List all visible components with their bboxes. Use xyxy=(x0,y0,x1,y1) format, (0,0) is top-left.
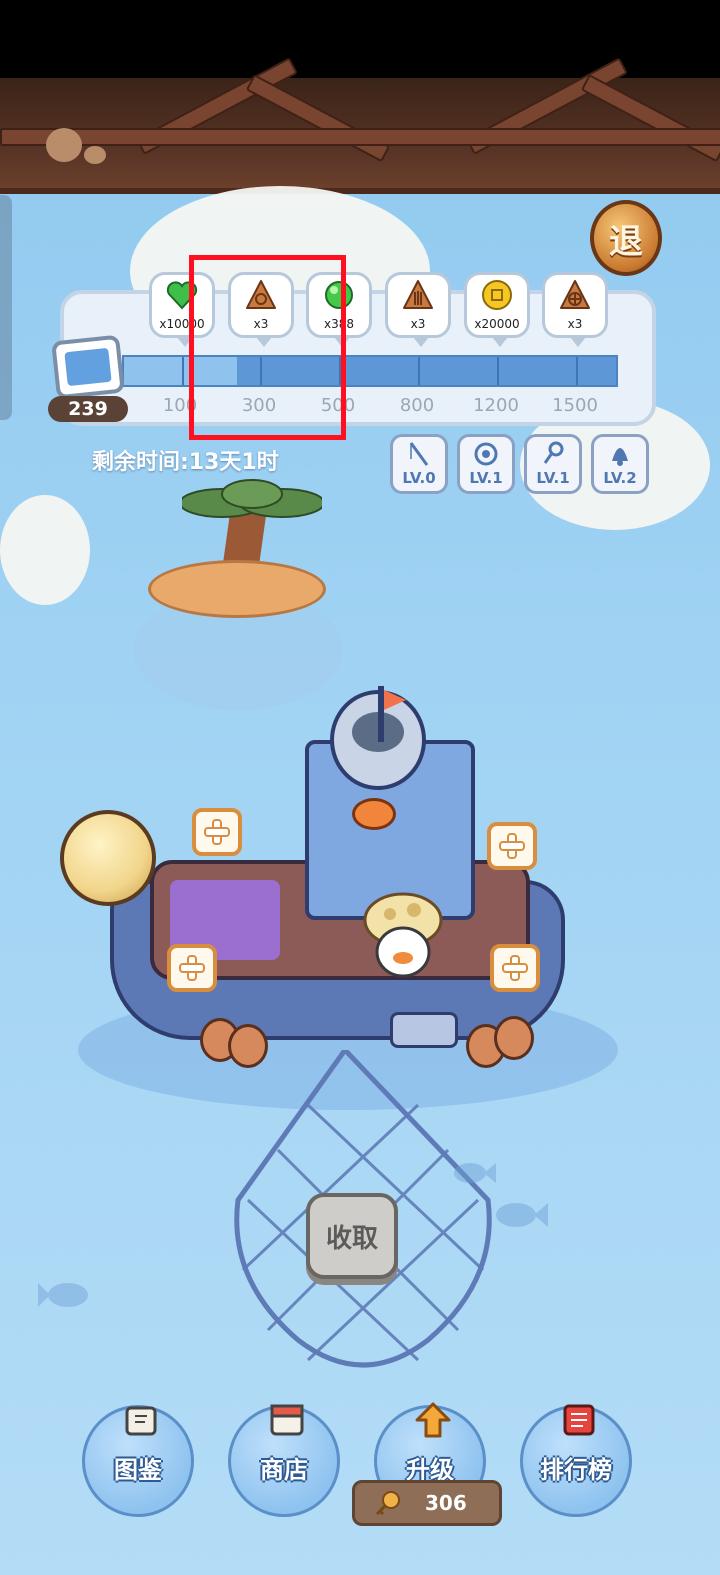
milestone-label: 1500 xyxy=(552,395,598,416)
nav-shop-button[interactable]: 商店 xyxy=(228,1404,340,1517)
nav-leaderboard-button[interactable]: 排行榜 xyxy=(520,1404,632,1517)
add-slot-button[interactable] xyxy=(490,944,540,992)
book-icon xyxy=(125,1406,157,1436)
leaderboard-icon xyxy=(563,1404,595,1436)
mushroom-duck-character xyxy=(363,892,443,978)
reward-slot[interactable]: x3 xyxy=(385,272,451,348)
side-drawer-handle[interactable] xyxy=(0,195,12,420)
currency-counter: 306 xyxy=(352,1480,502,1526)
equipment-rod-level[interactable]: LV.0 xyxy=(390,434,448,494)
boat-vent xyxy=(390,1012,458,1048)
reel-icon xyxy=(474,442,498,466)
crab xyxy=(352,798,396,830)
plus-icon xyxy=(179,955,205,981)
shop-icon xyxy=(270,1404,304,1436)
reward-slot[interactable]: x3 xyxy=(542,272,608,348)
plus-icon xyxy=(499,833,525,859)
equipment-bell-level[interactable]: LV.2 xyxy=(591,434,649,494)
equipment-hook-level[interactable]: LV.1 xyxy=(524,434,582,494)
add-slot-button[interactable] xyxy=(192,808,242,856)
add-slot-button[interactable] xyxy=(167,944,217,992)
bell-icon xyxy=(612,448,628,466)
buoy xyxy=(60,810,156,906)
gold-coin-icon xyxy=(482,280,512,310)
palm-leaves xyxy=(182,479,322,518)
remaining-time: 剩余时间:13天1时 xyxy=(92,450,279,475)
key-icon xyxy=(375,1491,400,1516)
milestone-label: 800 xyxy=(399,395,435,416)
roof-beams xyxy=(0,57,720,194)
fish-icon xyxy=(454,1163,496,1183)
plus-icon xyxy=(204,819,230,845)
brown-triangle-token-icon xyxy=(403,280,433,309)
reward-slot[interactable]: x20000 xyxy=(464,272,530,348)
fishing-rod-icon xyxy=(409,442,429,466)
hook-icon xyxy=(543,441,564,464)
upgrade-arrow-icon xyxy=(415,1402,451,1438)
fish-icon xyxy=(38,1283,88,1307)
avatar xyxy=(51,334,125,400)
highlight-box xyxy=(189,255,346,440)
score-badge: 239 xyxy=(48,396,128,422)
exit-button[interactable]: 退 xyxy=(590,200,662,276)
fish-icon xyxy=(496,1203,548,1227)
island xyxy=(148,560,326,618)
chick-decoration xyxy=(46,128,82,162)
flag-icon xyxy=(384,690,406,710)
nav-collection-button[interactable]: 图鉴 xyxy=(82,1405,194,1517)
brown-triangle-token-icon xyxy=(560,280,590,309)
equipment-reel-level[interactable]: LV.1 xyxy=(457,434,515,494)
add-slot-button[interactable] xyxy=(487,822,537,870)
plus-icon xyxy=(502,955,528,981)
collect-button[interactable]: 收取 xyxy=(306,1193,398,1279)
milestone-label: 1200 xyxy=(473,395,519,416)
